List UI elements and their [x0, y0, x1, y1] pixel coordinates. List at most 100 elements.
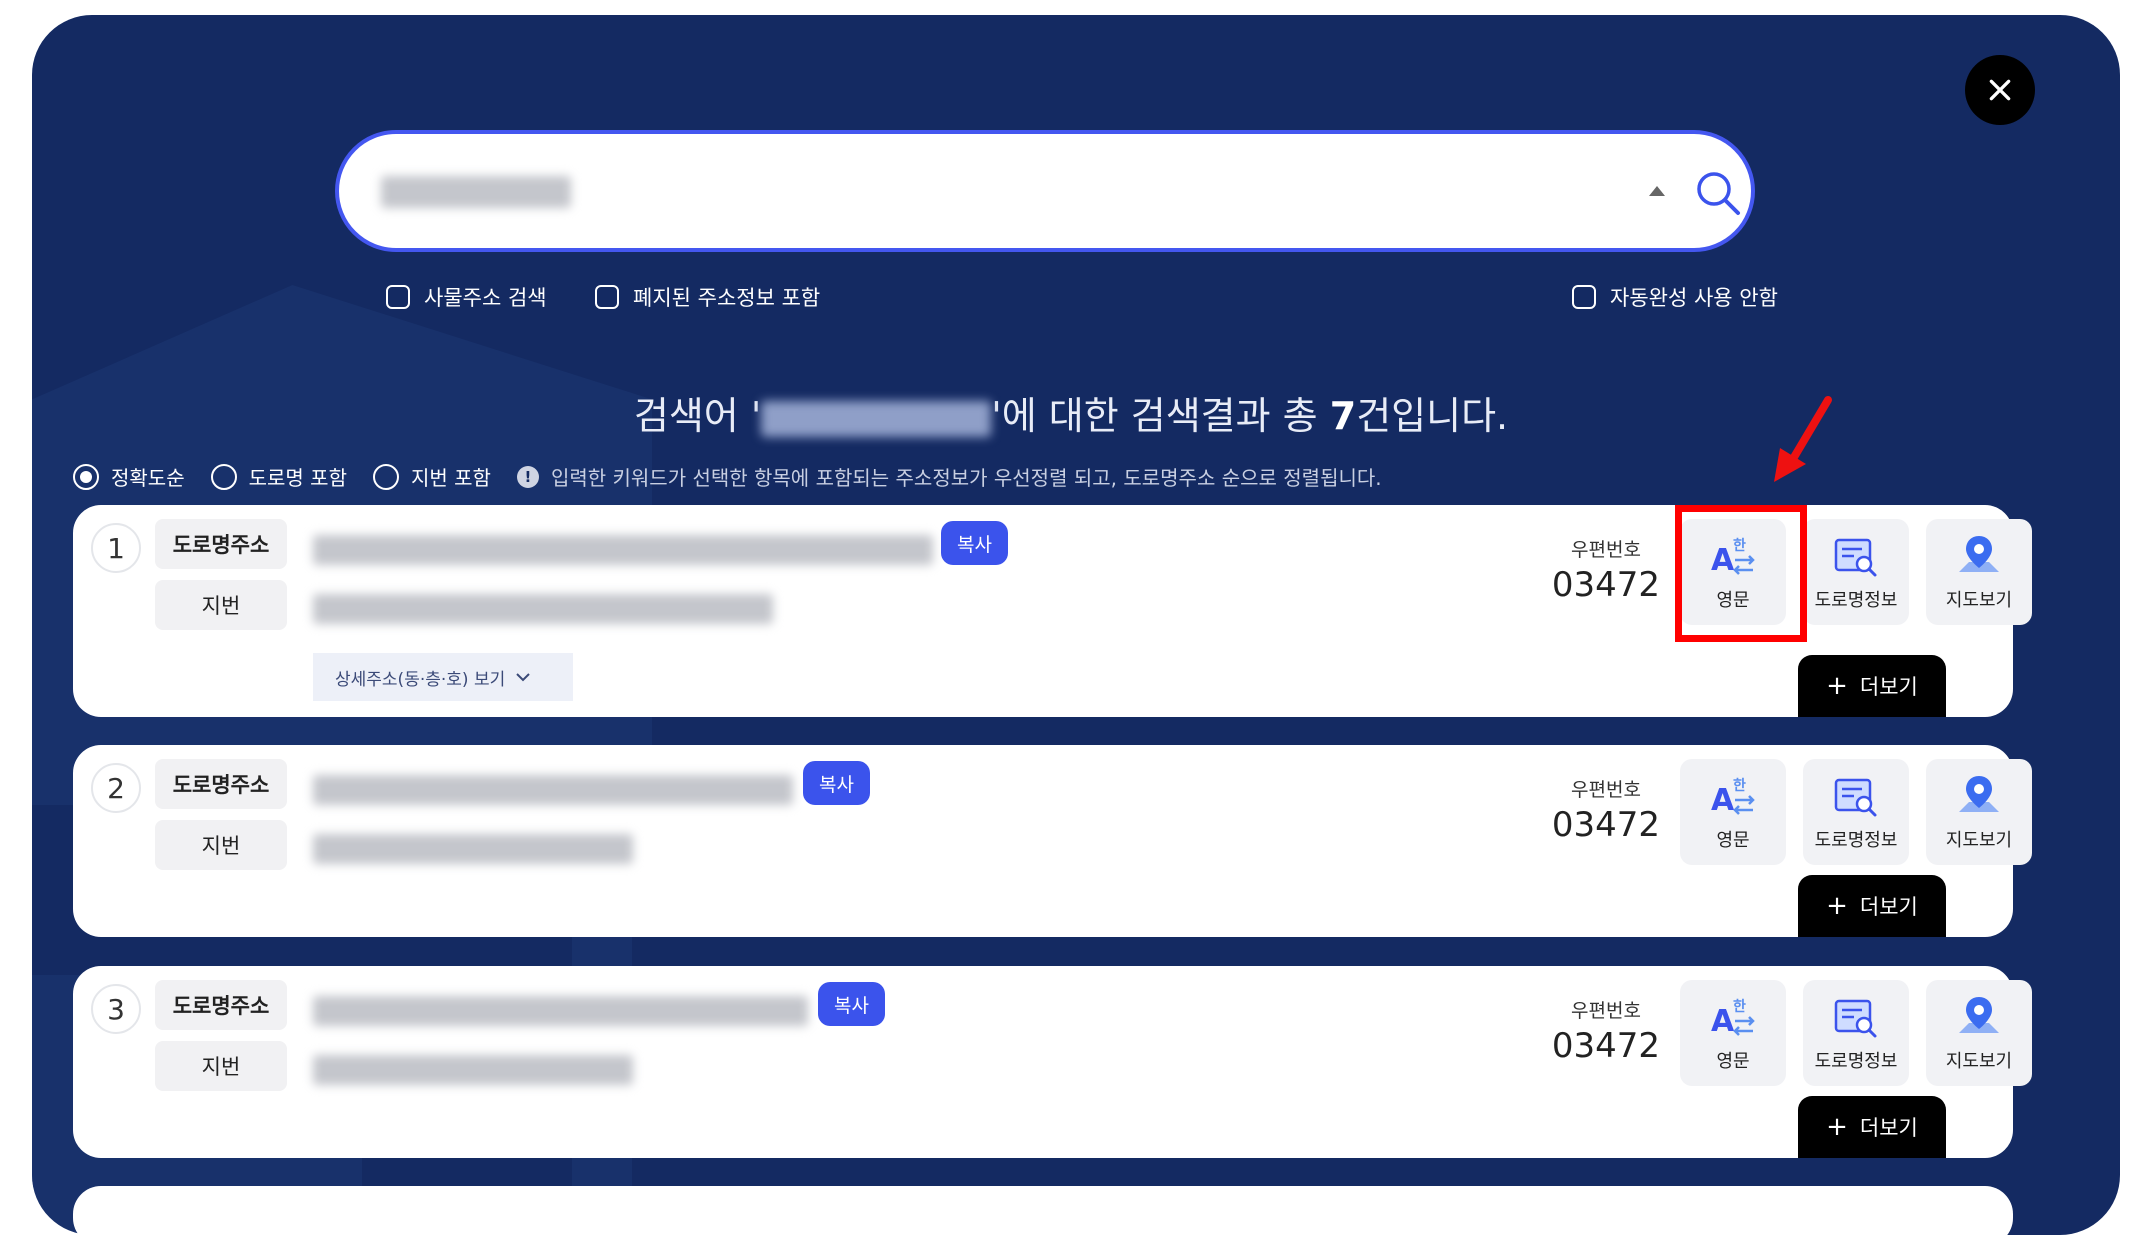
redacted-query — [381, 176, 571, 208]
english-label: 영문 — [1716, 590, 1750, 611]
zip-label: 우편번호 — [1571, 1000, 1641, 1022]
road-info-label: 도로명정보 — [1814, 590, 1898, 611]
result-card: 3 도로명주소 지번 복사 우편번호 03472 A 한 영문 도로명정보 지도… — [73, 966, 2032, 1158]
redacted-road-address — [313, 996, 808, 1026]
road-info-button[interactable]: 도로명정보 — [1803, 759, 1909, 865]
more-button[interactable]: + 더보기 — [1798, 655, 1946, 717]
radio-selected[interactable] — [73, 463, 99, 490]
more-label: 더보기 — [1859, 1116, 1918, 1140]
checkbox[interactable] — [595, 285, 619, 309]
radio[interactable] — [210, 463, 237, 490]
result-prefix: 검색어 ' — [633, 394, 762, 438]
result-number: 3 — [91, 984, 141, 1034]
redacted-road-address — [313, 535, 933, 565]
sort-accuracy[interactable]: 정확도순 — [73, 462, 185, 491]
zip-label: 우편번호 — [1571, 539, 1641, 561]
plus-icon: + — [1826, 891, 1848, 921]
sort-label: 도로명 포함 — [248, 466, 347, 490]
jibun-tag: 지번 — [155, 580, 287, 630]
checkbox[interactable] — [1572, 285, 1596, 309]
svg-text:한: 한 — [1733, 778, 1746, 794]
svg-text:한: 한 — [1733, 999, 1746, 1015]
document-search-icon — [1834, 999, 1877, 1038]
map-label: 지도보기 — [1945, 830, 2013, 851]
more-button[interactable]: + 더보기 — [1798, 875, 1946, 937]
english-address-button[interactable]: A 한 영문 — [1680, 980, 1786, 1086]
jibun-tag: 지번 — [155, 1041, 287, 1091]
zip-value: 03472 — [1551, 565, 1661, 605]
redacted-jibun-address — [313, 834, 633, 864]
search-icon[interactable] — [1694, 169, 1744, 219]
sort-road[interactable]: 도로명 포함 — [210, 462, 347, 491]
map-label: 지도보기 — [1945, 1051, 2013, 1072]
plus-icon: + — [1826, 671, 1848, 701]
svg-text:A: A — [1711, 543, 1735, 578]
redacted-jibun-address — [313, 1055, 633, 1085]
option-label: 폐지된 주소정보 포함 — [633, 286, 821, 310]
road-info-button[interactable]: 도로명정보 — [1803, 519, 1909, 625]
map-pin-icon — [1959, 997, 1999, 1033]
map-pin-icon — [1959, 536, 1999, 572]
redacted-keyword — [761, 400, 992, 437]
result-summary: 검색어 ' '에 대한 검색결과 총 7건입니다. — [0, 385, 2142, 440]
chevron-down-icon — [516, 673, 530, 682]
road-address-tag: 도로명주소 — [155, 519, 287, 569]
close-icon — [1989, 79, 2011, 101]
result-middle: '에 대한 검색결과 총 — [991, 394, 1330, 438]
redacted-jibun-address — [313, 594, 773, 624]
search-box — [335, 130, 1755, 252]
map-pin-icon — [1959, 776, 1999, 812]
map-view-button[interactable]: 지도보기 — [1926, 519, 2032, 625]
translate-icon: A 한 — [1711, 999, 1755, 1039]
result-number: 2 — [91, 763, 141, 813]
plus-icon: + — [1826, 1112, 1848, 1142]
map-view-button[interactable]: 지도보기 — [1926, 980, 2032, 1086]
jibun-tag: 지번 — [155, 820, 287, 870]
copy-button[interactable]: 복사 — [818, 982, 885, 1026]
checkbox[interactable] — [386, 285, 410, 309]
building-search-option[interactable]: 사물주소 검색 — [386, 282, 547, 312]
result-card — [73, 1186, 2013, 1246]
road-info-label: 도로명정보 — [1814, 1051, 1898, 1072]
result-number: 1 — [91, 523, 141, 573]
option-label: 자동완성 사용 안함 — [1610, 286, 1778, 310]
english-address-button[interactable]: A 한 영문 — [1680, 759, 1786, 865]
more-button[interactable]: + 더보기 — [1798, 1096, 1946, 1158]
svg-text:A: A — [1711, 783, 1735, 818]
zip-value: 03472 — [1551, 1026, 1661, 1066]
autocomplete-off-option[interactable]: 자동완성 사용 안함 — [1572, 282, 1778, 312]
english-label: 영문 — [1716, 1051, 1750, 1072]
result-card: 1 도로명주소 지번 복사 상세주소(동·층·호) 보기 우편번호 03472 … — [73, 505, 2032, 717]
road-address-tag: 도로명주소 — [155, 759, 287, 809]
copy-button[interactable]: 복사 — [803, 761, 870, 805]
svg-text:A: A — [1711, 1004, 1735, 1039]
document-search-icon — [1834, 538, 1877, 577]
road-info-button[interactable]: 도로명정보 — [1803, 980, 1909, 1086]
copy-button[interactable]: 복사 — [941, 521, 1008, 565]
zip-label: 우편번호 — [1571, 779, 1641, 801]
translate-icon: A 한 — [1711, 538, 1755, 578]
sort-label: 정확도순 — [111, 466, 185, 490]
sort-info: 입력한 키워드가 선택한 항목에 포함되는 주소정보가 우선정렬 되고, 도로명… — [550, 466, 1382, 490]
more-label: 더보기 — [1859, 895, 1918, 919]
english-address-button[interactable]: A 한 영문 — [1680, 519, 1786, 625]
result-suffix: 건입니다. — [1356, 394, 1509, 438]
sort-label: 지번 포함 — [410, 466, 491, 490]
result-card: 2 도로명주소 지번 복사 우편번호 03472 A 한 영문 도로명정보 지도… — [73, 745, 2032, 937]
radio[interactable] — [372, 463, 399, 490]
detail-label: 상세주소(동·층·호) 보기 — [335, 669, 506, 690]
road-address-tag: 도로명주소 — [155, 980, 287, 1030]
close-button[interactable] — [1965, 55, 2035, 125]
map-label: 지도보기 — [1945, 590, 2013, 611]
abolished-info-option[interactable]: 폐지된 주소정보 포함 — [595, 282, 820, 312]
detail-address-toggle[interactable]: 상세주소(동·층·호) 보기 — [313, 653, 573, 701]
zip-value: 03472 — [1551, 805, 1661, 845]
sort-jibun[interactable]: 지번 포함 — [372, 462, 491, 491]
map-view-button[interactable]: 지도보기 — [1926, 759, 2032, 865]
caret-up-icon[interactable] — [1649, 186, 1665, 196]
option-label: 사물주소 검색 — [424, 286, 547, 310]
sort-options: 정확도순 도로명 포함 지번 포함 ! 입력한 키워드가 선택한 항목에 포함되… — [73, 462, 1382, 491]
info-icon: ! — [516, 465, 539, 488]
redacted-road-address — [313, 775, 793, 805]
document-search-icon — [1834, 778, 1877, 817]
